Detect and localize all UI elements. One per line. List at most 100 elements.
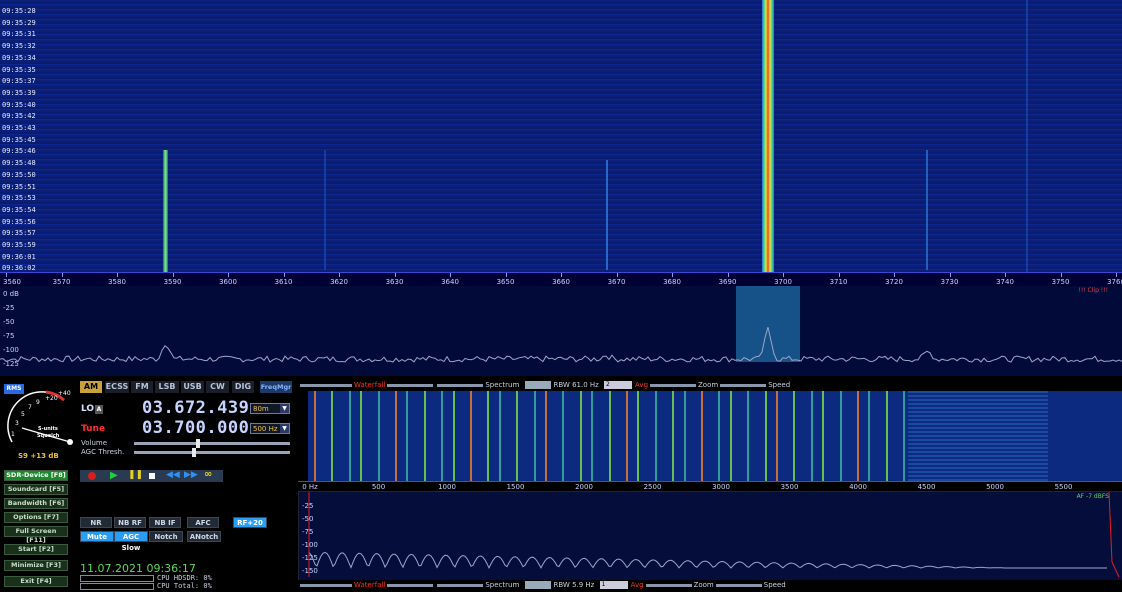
dsp-button[interactable]: NR	[80, 517, 112, 528]
dsp-button[interactable]: AFC	[187, 517, 219, 528]
zoom-slider[interactable]	[650, 383, 697, 387]
band-select[interactable]: 80m ▼	[250, 403, 290, 414]
af-signal-line	[839, 391, 842, 481]
freq-tick-label: 3710	[829, 278, 848, 286]
af-waterfall-contrast-slider[interactable]	[387, 583, 434, 587]
timestamp: 09:35:34	[2, 53, 36, 62]
freq-tick-label: 3750	[1051, 278, 1070, 286]
freqmgr-button[interactable]: FreqMgr	[260, 381, 292, 393]
volume-label: Volume	[81, 439, 108, 447]
af-signal-line	[747, 391, 750, 481]
avg-select[interactable]: 2	[604, 381, 633, 389]
af-avg-label: Avg	[630, 581, 644, 589]
side-button[interactable]: Start [F2]	[4, 544, 68, 555]
af-tick-label: 2000	[575, 483, 593, 491]
freq-tick-label: 3670	[607, 278, 626, 286]
freq-tick-label: 3610	[274, 278, 293, 286]
side-button[interactable]: Soundcard [F5]	[4, 484, 68, 495]
timestamp: 09:35:48	[2, 159, 36, 168]
dsp-button[interactable]: Notch	[149, 531, 183, 542]
rf-frequency-ruler[interactable]: 3560 3570 3580 3590 3600 3610 3620 3630 3640 3650…	[0, 272, 1122, 287]
af-db-label: -150	[302, 567, 318, 575]
af-signal-line	[608, 391, 611, 481]
side-button[interactable]: Options [F7]	[4, 512, 68, 523]
step-select[interactable]: 500 Hz ▼	[250, 423, 290, 434]
af-tick-label: 5500	[1054, 483, 1073, 491]
zoom-label: Zoom	[698, 381, 719, 389]
freq-tick-label: 3600	[219, 278, 237, 286]
dsp-button[interactable]: AGC Slow	[114, 531, 148, 552]
freq-tick-label: 3660	[552, 278, 570, 286]
af-signal-line	[487, 391, 490, 481]
af-signal-line	[793, 391, 796, 481]
waterfall-gain-slider[interactable]	[300, 383, 352, 387]
pause-icon[interactable]: ❚❚	[128, 470, 143, 480]
af-signal-line	[331, 391, 334, 481]
volume-thumb[interactable]	[196, 439, 200, 448]
side-button[interactable]: Minimize [F3]	[4, 560, 68, 571]
af-spectrum[interactable]: AF -7 dBFS -25 -50 -75 -100 -125 -150	[298, 491, 1122, 582]
stop-icon[interactable]	[149, 473, 155, 479]
tune-frequency[interactable]: 03.700.000	[142, 418, 249, 438]
side-button[interactable]: SDR-Device [F8]	[4, 470, 68, 481]
af-signal-line	[776, 391, 778, 481]
bottom-toolbar: Waterfall Spectrum RBW 5.9 Hz 1 Avg Zoom Spe…	[298, 580, 1122, 590]
mode-fm-button[interactable]: FM	[131, 381, 153, 393]
dsp-button[interactable]: Mute	[80, 531, 114, 542]
tick-mark	[6, 273, 7, 277]
record-icon[interactable]	[88, 472, 96, 480]
mode-am-button[interactable]: AM	[80, 381, 102, 393]
dsp-button[interactable]: ANotch	[187, 531, 221, 542]
agc-thumb[interactable]	[192, 448, 196, 457]
agc-slider[interactable]	[134, 448, 290, 457]
spectrum-gain-slider[interactable]	[437, 383, 484, 387]
af-signal-line	[654, 391, 657, 481]
play-icon[interactable]: ▶	[110, 470, 118, 481]
rbw-spinner[interactable]	[524, 381, 551, 389]
freq-tick-label: 3650	[496, 278, 515, 286]
s-meter-reading: S9 +13 dB	[18, 452, 59, 460]
lo-frequency[interactable]: 03.672.439	[142, 398, 249, 418]
af-zoom-label: Zoom	[693, 581, 714, 589]
waterfall-contrast-slider[interactable]	[387, 383, 434, 387]
af-noise-fill	[908, 391, 1048, 481]
af-rbw-spinner[interactable]	[524, 581, 551, 589]
af-zoom-slider[interactable]	[645, 583, 692, 587]
mode-usb-button[interactable]: USB	[181, 381, 204, 393]
side-button[interactable]: Bandwidth [F6]	[4, 498, 68, 509]
af-signal-line	[516, 391, 519, 481]
freq-tick-label: 3580	[108, 278, 126, 286]
spectrum-label: Spectrum	[485, 381, 520, 389]
loop-icon[interactable]: ∞	[204, 469, 212, 480]
af-tick-label: 4000	[849, 483, 867, 491]
lo-badge[interactable]: A	[95, 405, 103, 414]
cpu-bar-total	[80, 583, 154, 590]
af-waterfall[interactable]	[308, 391, 1122, 481]
mode-ecss-button[interactable]: ECSS	[105, 381, 129, 393]
af-speed-slider[interactable]	[715, 583, 762, 587]
side-button[interactable]: Exit [F4]	[4, 576, 68, 587]
speed-slider[interactable]	[720, 383, 767, 387]
af-waterfall-gain-slider[interactable]	[300, 583, 352, 587]
timestamp: 09:35:40	[2, 100, 36, 109]
mode-cw-button[interactable]: CW	[206, 381, 229, 393]
af-spectrum-gain-slider[interactable]	[437, 583, 484, 587]
signal-trace	[926, 150, 928, 270]
af-avg-select[interactable]: 1	[599, 581, 628, 589]
dsp-button[interactable]: NB RF	[114, 517, 146, 528]
dsp-button[interactable]: RF+20	[233, 517, 267, 528]
side-button[interactable]: Full Screen [F11]	[4, 526, 68, 544]
rf-spectrum-trace	[0, 327, 1122, 363]
rf-waterfall[interactable]: 09:35:28 09:35:29 09:35:31 09:35:32 09:35:34…	[0, 0, 1122, 272]
volume-slider[interactable]	[134, 439, 290, 448]
fast-forward-icon[interactable]: ▶▶	[184, 470, 198, 480]
rewind-icon[interactable]: ◀◀	[166, 470, 180, 480]
mode-dig-button[interactable]: DIG	[232, 381, 254, 393]
mode-lsb-button[interactable]: LSB	[155, 381, 179, 393]
dsp-button[interactable]: NB IF	[149, 517, 181, 528]
agc-label: AGC Thresh.	[81, 448, 125, 456]
rbw-label: RBW 61.0 Hz	[553, 381, 599, 389]
rf-spectrum[interactable]: 0 dB -25 -50 -75 -100 -125 !!! Clip !!!	[0, 286, 1122, 376]
af-signal-line	[718, 391, 721, 481]
cpu-hdsdr: CPU HDSDR: 0%	[157, 574, 212, 582]
